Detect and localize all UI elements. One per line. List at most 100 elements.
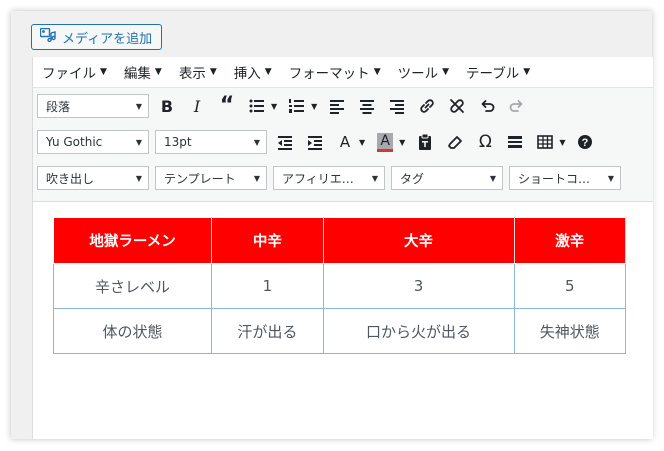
table-header-cell[interactable]: 中辛: [211, 217, 324, 264]
caret-down-icon: ▼: [489, 173, 496, 183]
font-size-select[interactable]: 13pt ▼: [155, 130, 267, 154]
caret-down-icon: ▼: [100, 67, 107, 77]
spice-table[interactable]: 地獄ラーメン 中辛 大辛 激辛 辛さレベル 1 3 5 体の状態 汗が出る 口か…: [52, 217, 627, 354]
table-cell[interactable]: 1: [211, 263, 324, 309]
toolbar-row-2: Yu Gothic ▼ 13pt ▼ A ▼ A ▼ Ω ▼ ?: [37, 128, 597, 156]
menu-label: フォーマット: [288, 66, 370, 82]
caret-down-icon: ▼: [442, 67, 450, 77]
shortcode-select[interactable]: ショートコ… ▼: [509, 166, 621, 190]
caret-down-icon: ▼: [264, 67, 272, 77]
blockquote-icon[interactable]: “: [215, 94, 239, 118]
unlink-icon[interactable]: [445, 94, 469, 118]
menubar: ファイル ▼ 編集 ▼ 表示 ▼ 挿入 ▼ フォーマット ▼ ツール ▼ テーブル ▼: [33, 57, 653, 88]
add-media-label: メディアを追加: [62, 31, 153, 47]
align-center-icon[interactable]: [355, 94, 379, 118]
svg-text:?: ?: [582, 137, 589, 149]
table-row: 辛さレベル 1 3 5: [52, 263, 627, 309]
font-family-value: Yu Gothic: [46, 135, 103, 149]
select-value: テンプレート: [164, 171, 236, 186]
format-select-value: 段落: [46, 99, 71, 114]
table-cell[interactable]: 辛さレベル: [52, 263, 213, 309]
menu-format[interactable]: フォーマット ▼: [280, 62, 389, 82]
bold-icon[interactable]: B: [155, 94, 179, 118]
indent-icon[interactable]: [303, 130, 327, 154]
text-background-color-icon[interactable]: A: [373, 130, 397, 154]
affiliate-select[interactable]: アフィリエ… ▼: [273, 166, 385, 190]
link-icon[interactable]: [415, 94, 439, 118]
caret-down-icon: ▼: [253, 173, 260, 183]
table-cell[interactable]: 体の状態: [52, 308, 213, 354]
table-cell[interactable]: 失神状態: [513, 308, 627, 354]
menu-label: 編集: [123, 66, 151, 82]
caret-down-icon: ▼: [209, 67, 217, 77]
caret-down-icon: ▼: [154, 67, 162, 77]
help-icon[interactable]: ?: [573, 130, 597, 154]
caret-down-icon: ▼: [135, 101, 142, 111]
add-media-button[interactable]: メディアを追加: [31, 24, 162, 50]
menu-label: 挿入: [233, 66, 261, 82]
font-size-value: 13pt: [164, 135, 192, 149]
outdent-icon[interactable]: [273, 130, 297, 154]
paste-as-text-icon[interactable]: [413, 130, 437, 154]
menu-label: テーブル: [466, 66, 520, 82]
menu-edit[interactable]: 編集 ▼: [115, 62, 170, 82]
caret-down-icon[interactable]: ▼: [271, 102, 277, 111]
table-cell[interactable]: 5: [513, 263, 627, 309]
menu-insert[interactable]: 挿入 ▼: [225, 62, 280, 82]
media-icon: [39, 27, 56, 46]
special-character-icon[interactable]: Ω: [473, 130, 497, 154]
menu-tools[interactable]: ツール ▼: [389, 62, 457, 82]
editor-frame: メディアを追加 ファイル ▼ 編集 ▼ 表示 ▼ 挿入 ▼ フォーマット ▼ ツール ▼ テ…: [11, 11, 653, 439]
table-header-cell[interactable]: 地獄ラーメン: [52, 217, 213, 264]
template-select[interactable]: テンプレート ▼: [155, 166, 267, 190]
table-cell[interactable]: 汗が出る: [211, 308, 324, 354]
editor-area: ファイル ▼ 編集 ▼ 表示 ▼ 挿入 ▼ フォーマット ▼ ツール ▼ テーブル ▼ 段落 ▼…: [32, 57, 653, 439]
caret-down-icon: ▼: [135, 137, 142, 147]
select-value: 吹き出し: [46, 171, 95, 186]
table-cell[interactable]: 3: [322, 263, 515, 309]
table-row: 体の状態 汗が出る 口から火が出る 失神状態: [52, 308, 627, 354]
toolbar-row-1: 段落 ▼ B I “ ▼ ▼: [37, 92, 529, 120]
menu-view[interactable]: 表示 ▼: [170, 62, 225, 82]
tag-select[interactable]: タグ ▼: [391, 166, 503, 190]
caret-down-icon: ▼: [523, 67, 531, 77]
format-select[interactable]: 段落 ▼: [37, 94, 149, 118]
caret-down-icon[interactable]: ▼: [399, 138, 405, 147]
bullet-list-icon[interactable]: [245, 94, 269, 118]
caret-down-icon: ▼: [373, 67, 381, 77]
table-header-cell[interactable]: 激辛: [513, 217, 627, 264]
select-value: ショートコ…: [518, 171, 591, 186]
editor-content[interactable]: 地獄ラーメン 中辛 大辛 激辛 辛さレベル 1 3 5 体の状態 汗が出る 口か…: [52, 217, 627, 354]
align-left-icon[interactable]: [325, 94, 349, 118]
table-cell[interactable]: 口から火が出る: [322, 308, 515, 354]
toolbar-row-3: 吹き出し ▼ テンプレート ▼ アフィリエ… ▼ タグ ▼ ショートコ… ▼: [37, 164, 621, 192]
font-color-icon[interactable]: A: [333, 130, 357, 154]
undo-icon[interactable]: [475, 94, 499, 118]
table-header-row: 地獄ラーメン 中辛 大辛 激辛: [52, 217, 627, 264]
balloon-select[interactable]: 吹き出し ▼: [37, 166, 149, 190]
caret-down-icon[interactable]: ▼: [559, 138, 565, 147]
select-value: タグ: [400, 171, 425, 186]
table-icon[interactable]: [533, 130, 557, 154]
menu-table[interactable]: テーブル ▼: [457, 62, 538, 82]
menu-label: ファイル: [42, 66, 96, 82]
italic-icon[interactable]: I: [185, 94, 209, 118]
caret-down-icon[interactable]: ▼: [311, 102, 317, 111]
clear-formatting-icon[interactable]: [443, 130, 467, 154]
menu-label: 表示: [178, 66, 206, 82]
redo-icon[interactable]: [505, 94, 529, 118]
toolbar: 段落 ▼ B I “ ▼ ▼ Yu Gothic ▼ 13pt ▼ A ▼ A …: [33, 88, 653, 202]
numbered-list-icon[interactable]: [285, 94, 309, 118]
align-right-icon[interactable]: [385, 94, 409, 118]
caret-down-icon[interactable]: ▼: [359, 138, 365, 147]
caret-down-icon: ▼: [371, 173, 378, 183]
menu-label: ツール: [397, 66, 439, 82]
caret-down-icon: ▼: [253, 137, 260, 147]
font-family-select[interactable]: Yu Gothic ▼: [37, 130, 149, 154]
table-header-cell[interactable]: 大辛: [322, 217, 515, 264]
caret-down-icon: ▼: [607, 173, 614, 183]
select-value: アフィリエ…: [282, 171, 354, 186]
menu-file[interactable]: ファイル ▼: [33, 62, 115, 82]
horizontal-line-icon[interactable]: [503, 130, 527, 154]
caret-down-icon: ▼: [135, 173, 142, 183]
